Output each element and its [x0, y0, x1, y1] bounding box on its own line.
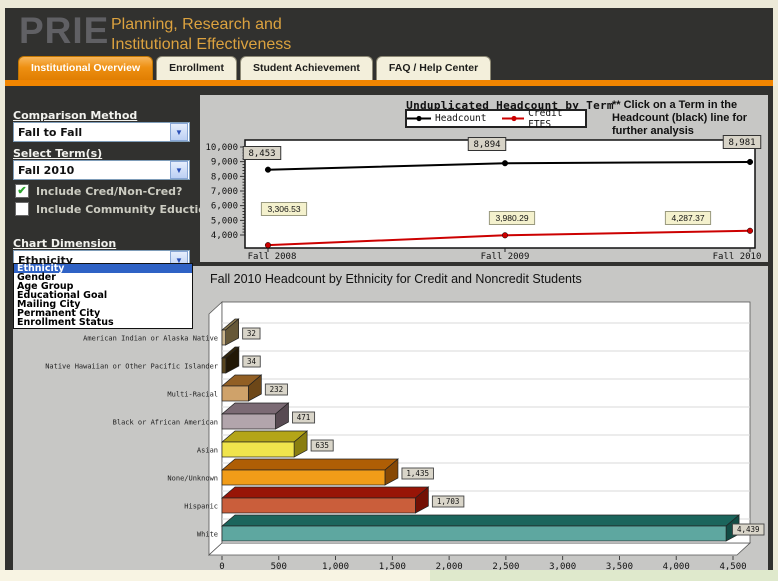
headcount-chart-annotation: ** Click on a Term in the Headcount (bla…	[612, 99, 748, 137]
chevron-down-icon[interactable]: ▼	[170, 161, 188, 179]
tab-faq-help-center[interactable]: FAQ / Help Center	[375, 56, 492, 80]
svg-text:232: 232	[270, 385, 284, 394]
app-frame: PRIE Planning, Research and Institutiona…	[5, 8, 773, 570]
svg-text:8,981: 8,981	[728, 138, 755, 148]
comparison-method-value: Fall to Fall	[18, 125, 83, 139]
svg-text:4,439: 4,439	[737, 525, 760, 534]
svg-text:1,000: 1,000	[322, 562, 349, 570]
select-terms-value: Fall 2010	[18, 163, 75, 177]
chart-dimension-listbox: Ethnicity Gender Age Group Educational G…	[13, 263, 193, 329]
tab-institutional-overview[interactable]: Institutional Overview	[18, 56, 154, 80]
svg-text:635: 635	[315, 441, 329, 450]
select-terms-select[interactable]: Fall 2010 ▼	[13, 160, 190, 180]
svg-text:1,703: 1,703	[437, 497, 460, 506]
svg-text:3,500: 3,500	[606, 562, 633, 570]
legend-item: Credit FTES	[502, 108, 585, 130]
svg-text:American Indian or Alaska Nati: American Indian or Alaska Native	[83, 335, 218, 343]
svg-text:3,000: 3,000	[549, 562, 576, 570]
svg-text:1,435: 1,435	[406, 469, 429, 478]
svg-text:4,287.37: 4,287.37	[671, 213, 704, 223]
svg-text:White: White	[197, 531, 218, 539]
legend-line-marker-icon	[502, 115, 525, 122]
bottom-strip-left	[0, 570, 430, 581]
prie-logo: PRIE	[19, 10, 110, 51]
svg-text:4,000: 4,000	[663, 562, 690, 570]
svg-text:2,500: 2,500	[492, 562, 519, 570]
svg-text:34: 34	[247, 357, 257, 366]
checkbox-unchecked-icon[interactable]	[15, 202, 29, 216]
tab-bar: Institutional Overview Enrollment Studen…	[18, 56, 492, 80]
include-community-label: Include Community Eduction?	[36, 202, 220, 216]
svg-text:3,306.53: 3,306.53	[267, 204, 300, 214]
dropdown-option-enrollment-status[interactable]: Enrollment Status	[14, 318, 192, 328]
svg-text:4,500: 4,500	[719, 562, 746, 570]
subtitle-line2: Institutional Effectiveness	[111, 35, 292, 53]
svg-text:8,894: 8,894	[473, 140, 500, 150]
bottom-strip-right	[430, 570, 778, 581]
page: PRIE Planning, Research and Institutiona…	[0, 0, 778, 581]
select-terms-label: Select Term(s)	[13, 147, 103, 160]
headcount-chart-panel: Unduplicated Headcount by Term Headcount…	[200, 95, 768, 262]
include-community-checkbox-row[interactable]: Include Community Eduction?	[15, 202, 220, 216]
svg-text:32: 32	[247, 329, 256, 338]
include-cred-checkbox-row[interactable]: ✔ Include Cred/Non-Cred?	[15, 184, 182, 198]
legend-line-marker-icon	[407, 115, 431, 122]
subtitle-line1: Planning, Research and	[111, 16, 282, 33]
svg-text:Native Hawaiian or Other Pacif: Native Hawaiian or Other Pacific Islande…	[45, 363, 218, 371]
include-cred-label: Include Cred/Non-Cred?	[36, 184, 183, 198]
comparison-method-label: Comparison Method	[13, 109, 138, 122]
svg-text:0: 0	[219, 562, 224, 570]
svg-text:2,000: 2,000	[436, 562, 463, 570]
svg-text:500: 500	[271, 562, 287, 570]
svg-text:7,000: 7,000	[211, 187, 238, 197]
svg-text:Black or African American: Black or African American	[113, 419, 218, 427]
svg-text:Fall 2009: Fall 2009	[481, 252, 530, 262]
app-subtitle: Planning, Research and Institutional Eff…	[111, 15, 291, 54]
svg-text:Fall 2008: Fall 2008	[248, 252, 297, 262]
chart-legend: Headcount Credit FTES	[405, 108, 587, 130]
svg-text:8,000: 8,000	[211, 172, 238, 182]
legend-item: Headcount	[407, 113, 486, 124]
checkbox-checked-icon[interactable]: ✔	[15, 184, 29, 198]
svg-text:10,000: 10,000	[205, 143, 238, 153]
svg-text:4,000: 4,000	[211, 231, 238, 241]
svg-text:Hispanic: Hispanic	[184, 503, 218, 511]
chart-dimension-label: Chart Dimension	[13, 237, 117, 250]
svg-text:8,453: 8,453	[248, 149, 275, 159]
svg-text:Asian: Asian	[197, 447, 218, 455]
comparison-method-select[interactable]: Fall to Fall ▼	[13, 122, 190, 142]
svg-text:471: 471	[297, 413, 311, 422]
svg-text:1,500: 1,500	[379, 562, 406, 570]
svg-text:6,000: 6,000	[211, 202, 238, 212]
tab-student-achievement[interactable]: Student Achievement	[239, 56, 373, 80]
svg-text:None/Unknown: None/Unknown	[167, 475, 218, 483]
svg-text:Fall 2010: Fall 2010	[713, 252, 762, 262]
orange-accent-bar	[5, 80, 773, 86]
chevron-down-icon[interactable]: ▼	[170, 123, 188, 141]
svg-text:3,980.29: 3,980.29	[495, 213, 528, 223]
svg-text:5,000: 5,000	[211, 216, 238, 226]
svg-text:Multi-Racial: Multi-Racial	[167, 391, 218, 399]
tab-enrollment[interactable]: Enrollment	[156, 56, 237, 80]
svg-text:9,000: 9,000	[211, 158, 238, 168]
